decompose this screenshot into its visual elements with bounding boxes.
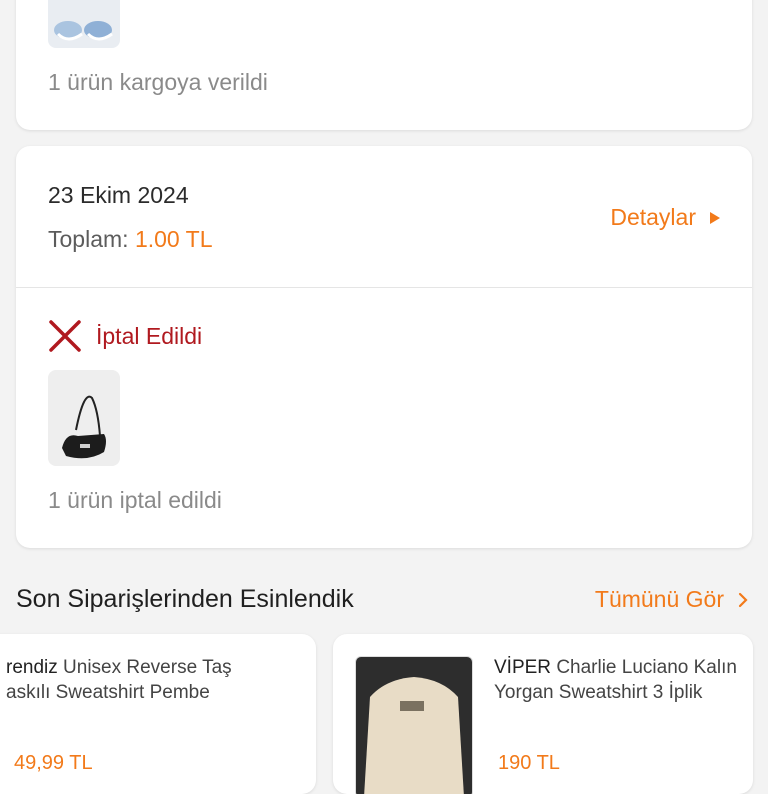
product-title: VİPER Charlie Luciano Kalın Yorgan Sweat… bbox=[494, 655, 737, 705]
cancelled-status: İptal Edildi bbox=[48, 319, 202, 353]
order-total: Toplam: 1.00 TL bbox=[48, 226, 213, 253]
product-card[interactable]: VİPER Charlie Luciano Kalın Yorgan Sweat… bbox=[333, 634, 753, 794]
order-total-label: Toplam: bbox=[48, 226, 129, 252]
product-brand: VİPER bbox=[494, 657, 552, 678]
see-all-link[interactable]: Tümünü Gör bbox=[595, 586, 748, 613]
product-price: 190 TL bbox=[498, 752, 560, 774]
product-name-line1: Charlie Luciano Kalın bbox=[556, 657, 737, 678]
chevron-right-icon bbox=[738, 592, 748, 607]
order-card[interactable]: 23 Ekim 2024 Toplam: 1.00 TL Detaylar İp… bbox=[16, 146, 752, 548]
product-brand: rendiz bbox=[6, 657, 58, 678]
product-title: rendiz Unisex Reverse Taş askılı Sweatsh… bbox=[6, 655, 232, 705]
section-title: Son Siparişlerinden Esinlendik bbox=[16, 585, 354, 613]
cancel-x-icon bbox=[49, 320, 81, 352]
cancelled-summary: 1 ürün iptal edildi bbox=[48, 487, 222, 513]
product-name-line2: Yorgan Sweatshirt 3 İplik bbox=[494, 682, 703, 703]
details-button[interactable]: Detaylar bbox=[610, 204, 720, 231]
details-label: Detaylar bbox=[610, 204, 696, 230]
shipped-summary: 1 ürün kargoya verildi bbox=[48, 69, 268, 95]
product-thumbnail-bag[interactable] bbox=[48, 370, 120, 466]
product-image[interactable] bbox=[355, 656, 473, 794]
product-name-line1: Unisex Reverse Taş bbox=[63, 657, 232, 678]
order-total-value: 1.00 TL bbox=[134, 226, 213, 252]
product-price: 49,99 TL bbox=[14, 752, 93, 774]
order-date: 23 Ekim 2024 bbox=[48, 182, 189, 208]
product-thumbnail-sneakers[interactable] bbox=[48, 0, 120, 48]
status-text: İptal Edildi bbox=[96, 322, 203, 349]
divider bbox=[16, 287, 752, 288]
product-name-line2: askılı Sweatshirt Pembe bbox=[6, 682, 210, 703]
play-arrow-icon bbox=[710, 211, 720, 224]
product-card[interactable]: rendiz Unisex Reverse Taş askılı Sweatsh… bbox=[0, 634, 316, 794]
shipped-order-card[interactable]: 1 ürün kargoya verildi bbox=[16, 0, 752, 130]
see-all-label: Tümünü Gör bbox=[594, 586, 724, 612]
